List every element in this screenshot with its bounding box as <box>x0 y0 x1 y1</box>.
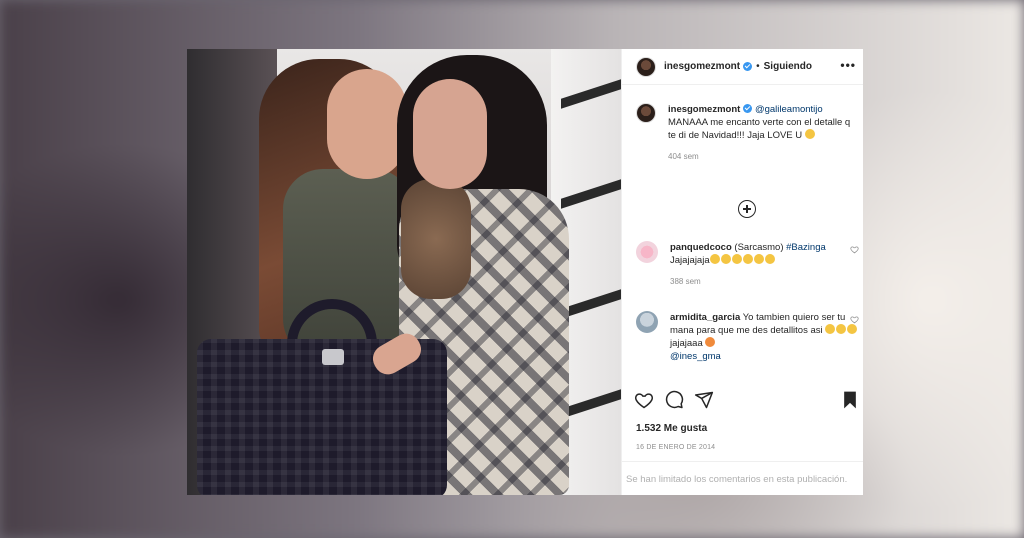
fur-collar <box>401 179 471 299</box>
more-options-icon[interactable]: ••• <box>840 58 856 72</box>
share-icon[interactable] <box>694 390 714 410</box>
plus-circle-icon[interactable] <box>738 200 756 218</box>
comments-limited-notice: Se han limitado los comentarios en esta … <box>626 474 848 485</box>
laughing-emoji-icon <box>836 324 847 334</box>
comment-username[interactable]: armidita_garcia <box>670 312 740 323</box>
caption-age: 404 sem <box>668 152 699 161</box>
comment-mention[interactable]: @ines_gma <box>670 351 721 362</box>
person-left-face <box>327 69 407 179</box>
caption-text: MANAAA me encanto verte con el detalle q… <box>668 117 851 141</box>
post-header: inesgomezmont • Siguiendo ••• <box>622 49 863 85</box>
laughing-emoji-icon <box>804 129 815 139</box>
comment-icon[interactable] <box>664 390 684 410</box>
author-avatar[interactable] <box>636 56 656 77</box>
laughing-emoji-icon <box>825 324 836 334</box>
divider <box>622 461 863 462</box>
caption: inesgomezmont @galileamontijo MANAAA me … <box>636 103 861 163</box>
laughing-emoji-icon <box>764 254 775 264</box>
post-actions <box>634 390 860 412</box>
caption-mention[interactable]: @galileamontijo <box>755 104 823 115</box>
caption-avatar[interactable] <box>636 103 656 123</box>
comment-hashtag[interactable]: #Bazinga <box>786 242 826 253</box>
likes-count[interactable]: 1.532 Me gusta <box>636 423 707 434</box>
caption-username[interactable]: inesgomezmont <box>668 104 740 115</box>
post-details-panel: inesgomezmont • Siguiendo ••• inesgomezm… <box>621 49 863 495</box>
post-date: 16 DE ENERO DE 2014 <box>636 444 716 451</box>
commenter-avatar[interactable] <box>636 241 658 263</box>
person-right-face <box>413 79 487 189</box>
handbag-lock <box>322 349 344 365</box>
post-photo <box>187 49 621 495</box>
laughing-emoji-icon <box>709 254 720 264</box>
laughing-emoji-icon <box>731 254 742 264</box>
laughing-emoji-icon <box>742 254 753 264</box>
laughing-emoji-icon <box>705 337 716 347</box>
author-username[interactable]: inesgomezmont <box>664 61 740 72</box>
laughing-emoji-icon <box>847 324 858 334</box>
comment-item: armidita_garcia Yo tambien quiero ser tu… <box>636 311 861 363</box>
comment-age: 388 sem <box>670 277 701 286</box>
following-button[interactable]: Siguiendo <box>764 61 812 72</box>
commenter-avatar[interactable] <box>636 311 658 333</box>
verified-icon <box>743 62 753 71</box>
separator-dot: • <box>756 61 760 72</box>
laughing-emoji-icon <box>753 254 764 264</box>
comment-text: (Sarcasmo) <box>734 242 784 253</box>
comment-like-icon[interactable] <box>850 315 859 324</box>
comment-text-2: jajajaaa <box>670 338 703 349</box>
comment-username[interactable]: panquedcoco <box>670 242 732 253</box>
bookmark-icon[interactable] <box>840 390 860 410</box>
comment-text-2: Jajajajaja <box>670 255 710 266</box>
comment-like-icon[interactable] <box>850 245 859 254</box>
comment-item: panquedcoco (Sarcasmo) #Bazinga Jajajaja… <box>636 241 861 288</box>
laughing-emoji-icon <box>720 254 731 264</box>
verified-icon <box>743 104 753 113</box>
heart-icon[interactable] <box>634 390 654 410</box>
